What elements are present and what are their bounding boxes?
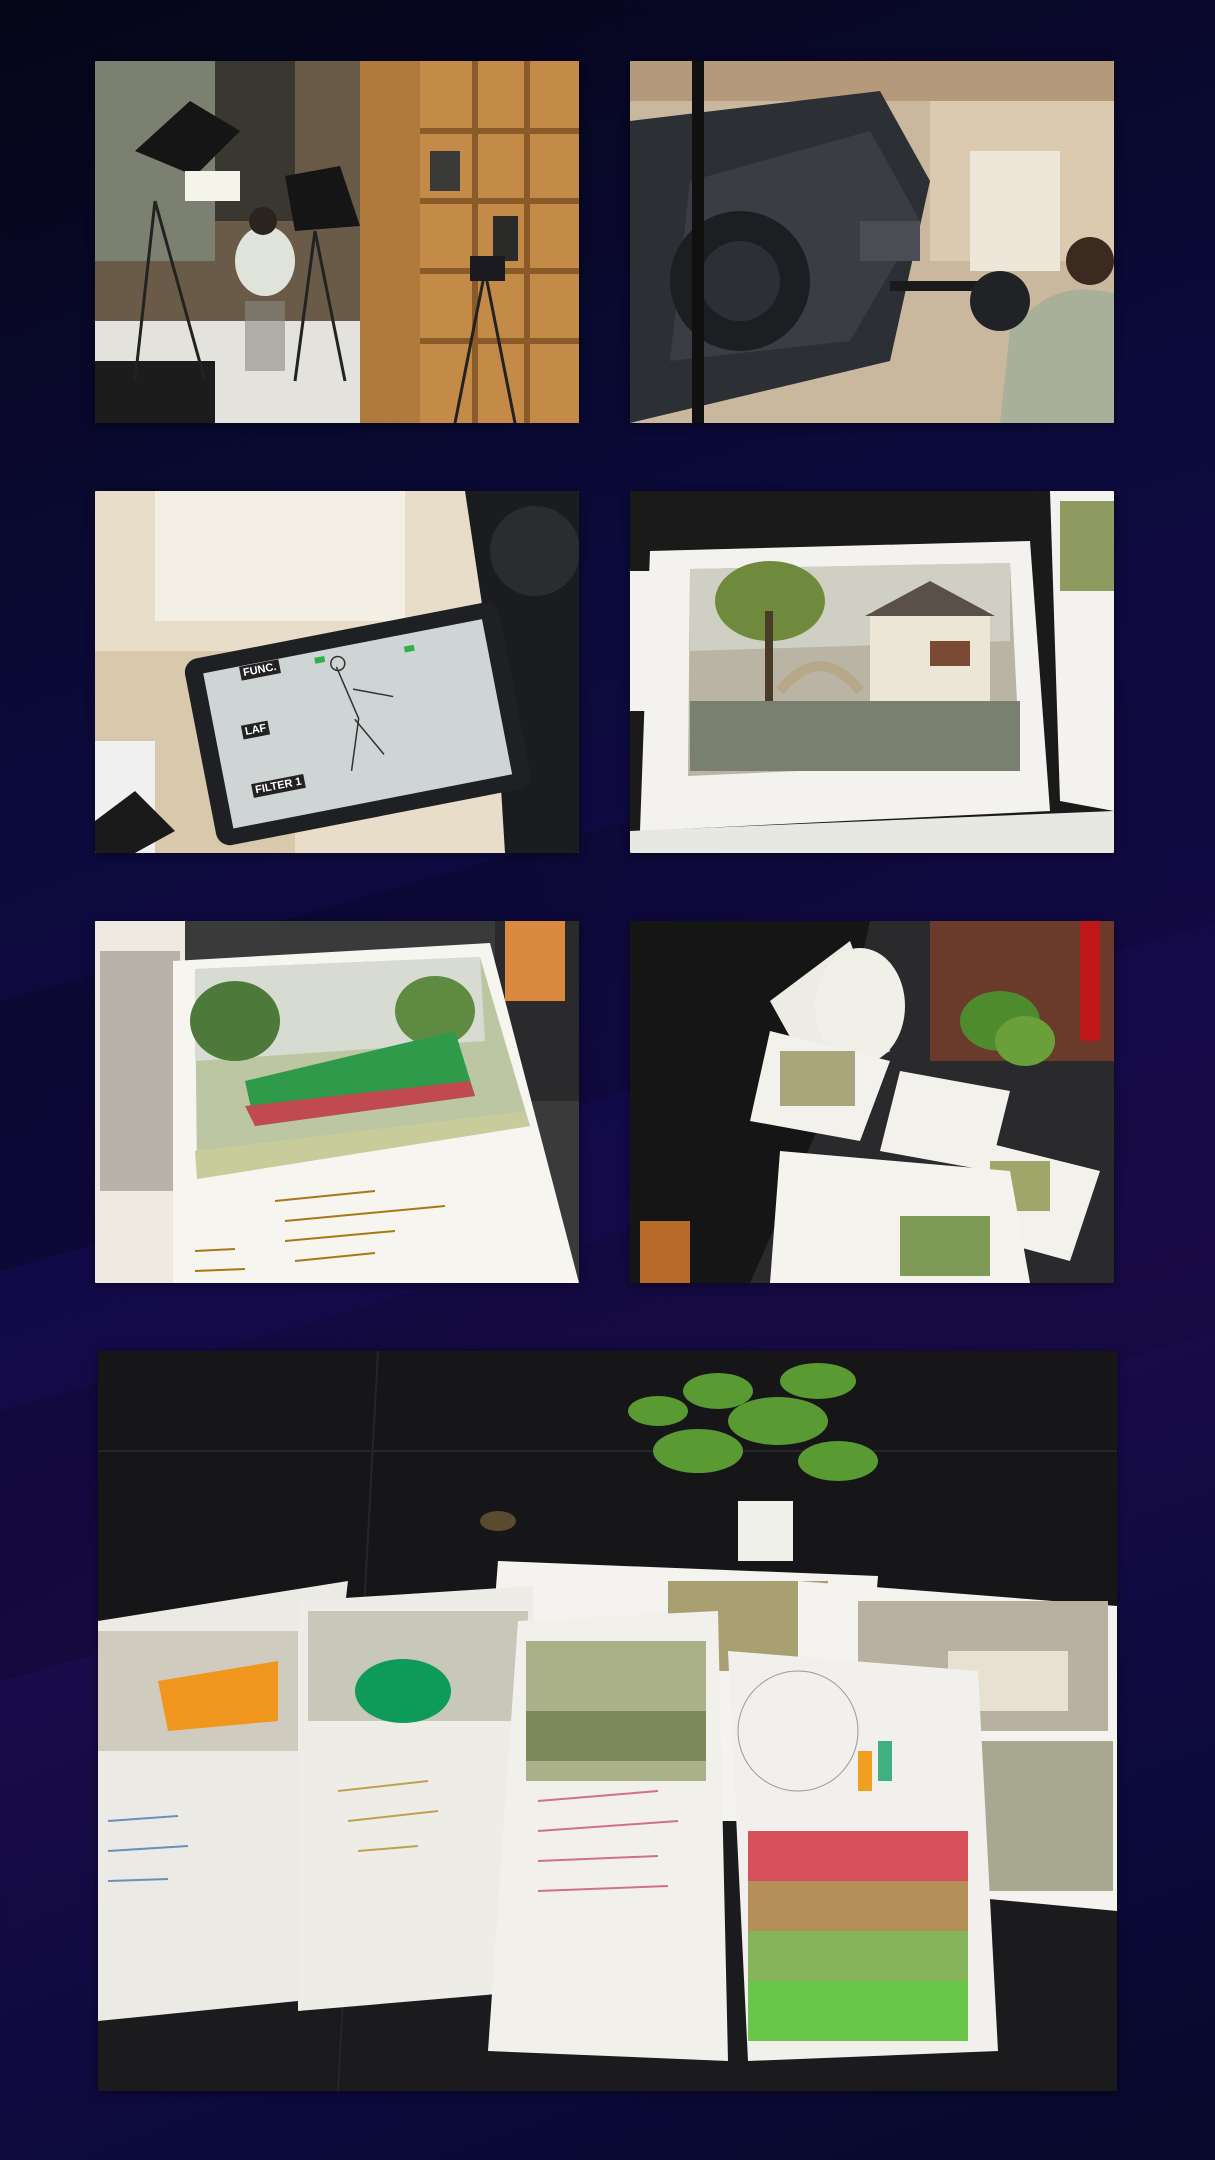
photo-table-artworks	[98, 1351, 1117, 2091]
photo-camera-screen: FUNC. LAF FILTER 1	[95, 491, 579, 853]
photo-video-camera	[630, 61, 1114, 423]
photo-studio-setup	[95, 61, 579, 423]
photo-desk-papers	[630, 921, 1114, 1283]
photo-village-painting	[630, 491, 1114, 853]
photo-train-painting	[95, 921, 579, 1283]
